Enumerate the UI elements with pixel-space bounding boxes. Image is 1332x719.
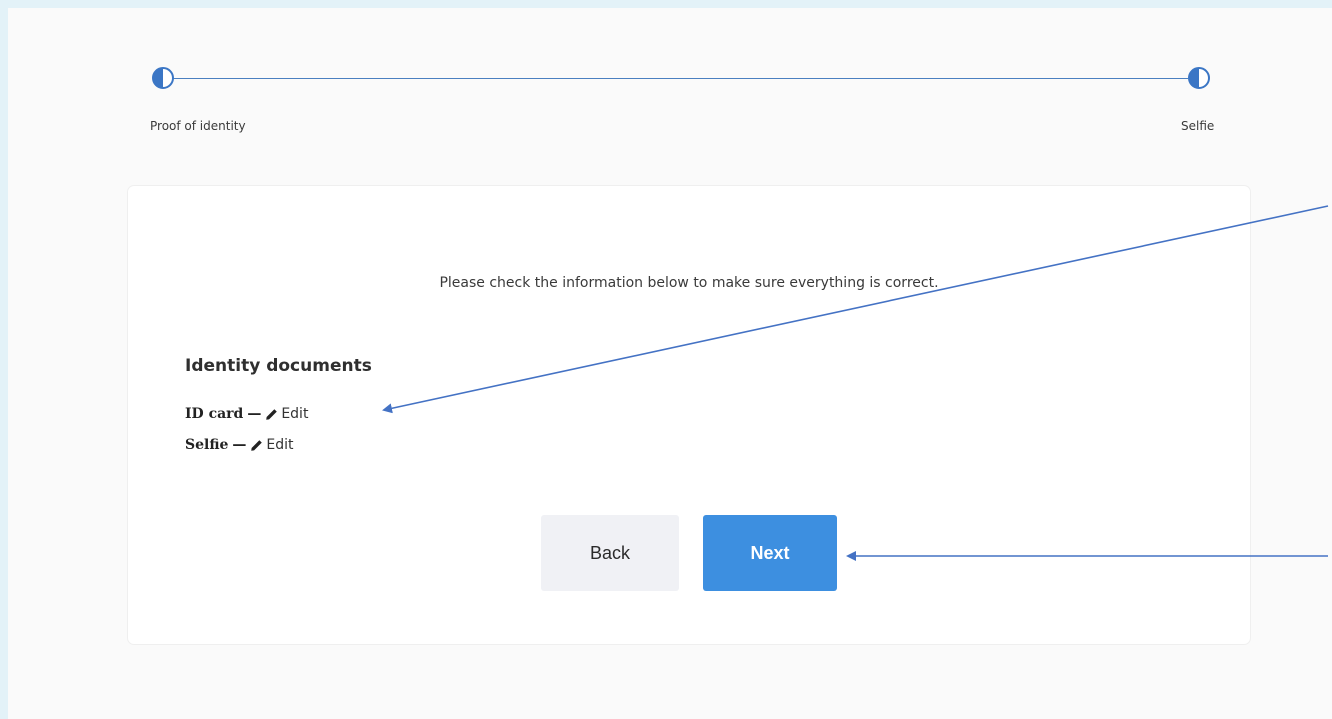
back-button[interactable]: Back <box>541 515 679 591</box>
edit-selfie-link[interactable]: Edit <box>250 437 294 453</box>
step-label-selfie: Selfie <box>1181 119 1215 133</box>
step-indicator-proof-of-identity <box>152 67 174 89</box>
separator: — <box>232 437 247 453</box>
progress-stepper: Proof of identity Selfie <box>0 0 1332 160</box>
intro-text: Please check the information below to ma… <box>439 275 939 291</box>
step-label-proof-of-identity: Proof of identity <box>150 119 246 133</box>
next-button[interactable]: Next <box>703 515 837 591</box>
step-indicator-selfie <box>1188 67 1210 89</box>
document-name: ID card <box>185 406 244 422</box>
stepper-line <box>170 78 1188 79</box>
pencil-icon <box>266 408 278 420</box>
document-row-id-card: ID card — Edit <box>185 406 308 422</box>
edit-id-card-link[interactable]: Edit <box>265 406 308 422</box>
edit-label: Edit <box>266 437 294 453</box>
edit-label: Edit <box>281 406 309 422</box>
review-card: Please check the information below to ma… <box>128 186 1250 644</box>
section-title: Identity documents <box>185 356 372 376</box>
pencil-icon <box>251 439 263 451</box>
separator: — <box>247 406 262 422</box>
document-name: Selfie <box>185 437 229 453</box>
document-row-selfie: Selfie — Edit <box>185 437 294 453</box>
